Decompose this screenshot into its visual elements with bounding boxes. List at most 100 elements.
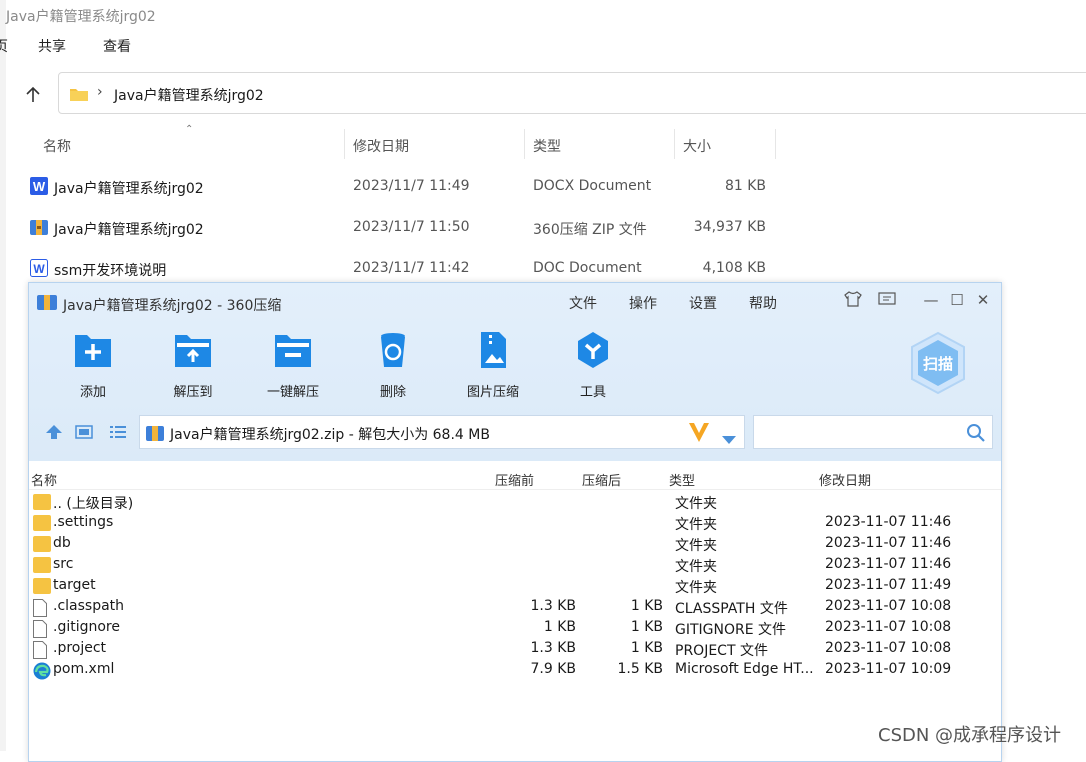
file-row[interactable]: Java户籍管理系统jrg02 2023/11/7 11:50 360压缩 ZI… [0, 209, 1086, 245]
file-icon [33, 620, 51, 638]
archive-row[interactable]: db 文件夹 2023-11-07 11:46 [29, 534, 1001, 555]
archive-row[interactable]: .. (上级目录) 文件夹 [29, 492, 1001, 513]
folder-icon [33, 494, 51, 510]
up-level-icon[interactable] [45, 424, 63, 444]
window-edge [0, 0, 6, 751]
delete-label: 删除 [379, 385, 406, 400]
file-size: 4,108 KB [702, 260, 766, 276]
archive-row[interactable]: .project 1.3 KB 1 KB PROJECT 文件 2023-11-… [29, 639, 1001, 660]
delete-button[interactable]: 删除 [353, 331, 433, 400]
svg-text:W: W [33, 262, 45, 276]
image-compress-label: 图片压缩 [466, 385, 519, 400]
file-date: 2023/11/7 11:42 [353, 260, 470, 276]
extract-folder-icon [173, 331, 213, 369]
column-divider [524, 129, 525, 159]
v-logo-icon[interactable] [688, 420, 710, 448]
entry-size-after: 1 KB [630, 640, 663, 656]
column-header-name[interactable]: 名称 [43, 136, 71, 156]
column-header-date[interactable]: 修改日期 [353, 136, 409, 156]
column-divider [775, 129, 776, 159]
entry-type: 文件夹 [675, 517, 717, 533]
entry-size-before: 1.3 KB [530, 598, 577, 614]
skin-icon[interactable] [843, 291, 863, 311]
archive-path-bar[interactable]: Java户籍管理系统jrg02.zip - 解包大小为 68.4 MB [139, 415, 745, 449]
file-size: 34,937 KB [693, 219, 766, 235]
archive-row[interactable]: .settings 文件夹 2023-11-07 11:46 [29, 513, 1001, 534]
entry-size-before: 1.3 KB [530, 640, 577, 656]
archive-search-input[interactable] [753, 415, 993, 449]
entry-date: 2023-11-07 11:49 [825, 577, 952, 593]
minimize-icon[interactable]: — [921, 291, 941, 309]
entry-date: 2023-11-07 10:09 [825, 661, 952, 677]
menu-item-view[interactable]: 页 [0, 36, 8, 56]
tools-label: 工具 [579, 385, 606, 400]
word-icon: W [30, 177, 48, 195]
entry-name: target [53, 577, 96, 593]
zip-app-icon [37, 293, 57, 311]
menu-file[interactable]: 文件 [569, 293, 597, 313]
up-arrow-icon[interactable] [22, 84, 44, 106]
thumbnail-view-icon[interactable] [75, 424, 93, 444]
col-after[interactable]: 压缩后 [582, 470, 621, 489]
column-divider [344, 129, 345, 159]
zip-icon [146, 424, 164, 446]
add-button[interactable]: 添加 [53, 331, 133, 400]
extract-to-label: 解压到 [173, 385, 213, 400]
entry-size-before: 1 KB [543, 619, 576, 635]
maximize-icon[interactable]: ☐ [947, 291, 967, 309]
menu-action[interactable]: 操作 [629, 293, 657, 313]
address-bar[interactable]: › Java户籍管理系统jrg02 [58, 72, 1086, 114]
file-name: Java户籍管理系统jrg02 [54, 181, 204, 197]
recycle-bin-icon [373, 331, 413, 369]
file-name: Java户籍管理系统jrg02 [54, 222, 204, 238]
entry-name: db [53, 535, 71, 551]
col-date[interactable]: 修改日期 [819, 470, 871, 489]
archive-row[interactable]: .gitignore 1 KB 1 KB GITIGNORE 文件 2023-1… [29, 618, 1001, 639]
file-type: 360压缩 ZIP 文件 [533, 222, 647, 238]
one-click-extract-label: 一键解压 [266, 385, 319, 400]
zip-window-title: Java户籍管理系统jrg02 - 360压缩 [63, 298, 282, 314]
archive-row[interactable]: .classpath 1.3 KB 1 KB CLASSPATH 文件 2023… [29, 597, 1001, 618]
image-compress-icon [473, 331, 513, 369]
col-before[interactable]: 压缩前 [495, 470, 534, 489]
file-name: ssm开发环境说明 [54, 263, 167, 279]
archive-row[interactable]: pom.xml 7.9 KB 1.5 KB Microsoft Edge HT.… [29, 660, 1001, 681]
dropdown-arrow-icon[interactable] [722, 429, 736, 448]
column-header-size[interactable]: 大小 [683, 136, 711, 156]
archive-row[interactable]: src 文件夹 2023-11-07 11:46 [29, 555, 1001, 576]
menu-help[interactable]: 帮助 [749, 293, 777, 313]
entry-size-after: 1 KB [630, 598, 663, 614]
list-view-icon[interactable] [109, 424, 127, 444]
menu-settings[interactable]: 设置 [689, 293, 717, 313]
file-row[interactable]: W Java户籍管理系统jrg02 2023/11/7 11:49 DOCX D… [0, 168, 1086, 204]
one-click-extract-button[interactable]: 一键解压 [253, 331, 333, 400]
feedback-icon[interactable] [877, 291, 897, 311]
search-icon[interactable] [966, 423, 986, 447]
col-type[interactable]: 类型 [669, 470, 695, 489]
entry-type: 文件夹 [675, 580, 717, 596]
extract-to-button[interactable]: 解压到 [153, 331, 233, 400]
entry-type: PROJECT 文件 [675, 643, 768, 659]
entry-name: .gitignore [53, 619, 120, 635]
address-path: Java户籍管理系统jrg02 [114, 88, 264, 104]
file-icon [33, 641, 51, 659]
add-label: 添加 [79, 385, 106, 400]
tools-button[interactable]: 工具 [553, 331, 633, 400]
column-header-type[interactable]: 类型 [533, 136, 561, 156]
menu-item-share[interactable]: 共享 [38, 36, 66, 56]
word-icon: W [30, 259, 48, 277]
image-compress-button[interactable]: 图片压缩 [453, 331, 533, 400]
scan-button[interactable]: 扫描 [909, 331, 967, 395]
col-name[interactable]: 名称 [31, 470, 57, 489]
entry-name: .classpath [53, 598, 125, 614]
file-row[interactable]: W ssm开发环境说明 2023/11/7 11:42 DOC Document… [0, 250, 1086, 286]
menu-item-look[interactable]: 查看 [103, 36, 131, 56]
entry-size-after: 1 KB [630, 619, 663, 635]
column-divider [674, 129, 675, 159]
archive-row[interactable]: target 文件夹 2023-11-07 11:49 [29, 576, 1001, 597]
entry-date: 2023-11-07 11:46 [825, 514, 952, 530]
close-icon[interactable]: ✕ [973, 291, 993, 309]
archive-path-text: Java户籍管理系统jrg02.zip - 解包大小为 68.4 MB [170, 427, 490, 443]
entry-name: .project [53, 640, 107, 656]
file-size: 81 KB [724, 178, 766, 194]
